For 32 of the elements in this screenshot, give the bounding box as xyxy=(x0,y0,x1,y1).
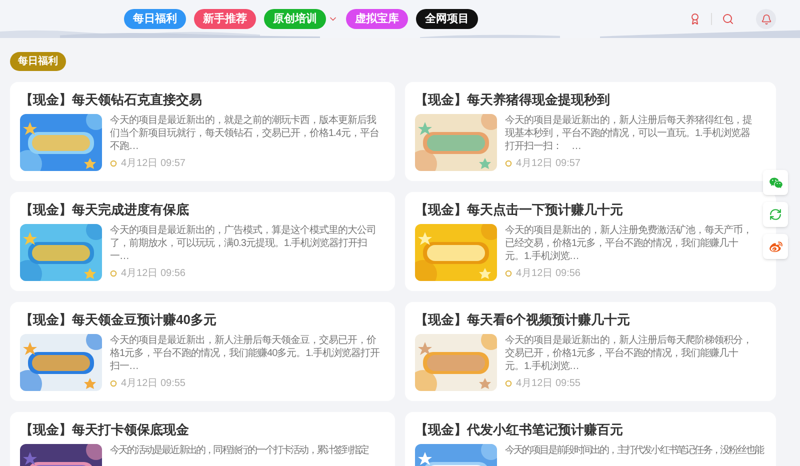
article-summary: 今天的项目是最近新出的，就是之前的潮玩卡西，版本更新后我们当个新项目玩就行，每天领钻石，交易已开，价格1.4元，平台不跑… xyxy=(110,114,380,153)
article-card[interactable]: 【现金】每天完成进度有保底 今天的项目是最近新出的，广告模式，算是这个模式里的大公司了，前期放水，可以玩玩，满0.3元提现。1.手机浏览器打开扫一… 4月12日 09:56 xyxy=(10,192,395,291)
article-card[interactable]: 【现金】每天养猪得现金提现秒到 今天的项目是最近新出的，新人注册后每天养猪得红包，提现基本秒到，平台不跑的情况，可以一直玩。1.手机浏览器打开扫一扫： … 4月12日 09:57 xyxy=(405,82,776,181)
article-title[interactable]: 【现金】每天看6个视频预计赚几十元 xyxy=(415,311,752,329)
article-summary: 今天的项目是最近新出的，新人注册后每天养猪得红包，提现基本秒到，平台不跑的情况，可以一直玩。1.手机浏览器打开扫一扫： … xyxy=(505,114,752,153)
article-card[interactable]: 【现金】每天看6个视频预计赚几十元 今天的项目是最近新出的，新人注册后每天爬阶梯领积分，交易已开，价格1元多，平台不跑的情况，我们能赚几十元。1.手机浏览… 4月12日 09:55 xyxy=(405,302,776,401)
post-date: 4月12日 09:55 xyxy=(121,377,186,391)
article-summary: 今天的项目是前段时间出的，主打代发小红书笔记任务，没粉丝也能 xyxy=(505,444,765,457)
article-card[interactable]: 【现金】每天打卡领保底现金 今天的活动是最近新出的，同程旅行的一个打卡活动，累计签到指定 xyxy=(10,412,395,466)
article-card[interactable]: 【现金】每天领金豆预计赚40多元 今天的项目是最近新出，新人注册后每天领金豆，交易已开，价格1元多，平台不跑的情况，我们能赚40多元。1.手机浏览器打开扫一… 4月12日 09:55 xyxy=(10,302,395,401)
article-title[interactable]: 【现金】代发小红书笔记预计赚百元 xyxy=(415,421,766,439)
post-date: 4月12日 09:55 xyxy=(516,377,580,391)
article-summary: 今天的项目是最近新出的，广告模式，算是这个模式里的大公司了，前期放水，可以玩玩，满0.3元提现。1.手机浏览器打开扫一… xyxy=(110,224,377,263)
nav-tab[interactable]: 全网项目 xyxy=(416,9,478,29)
post-date: 4月12日 09:56 xyxy=(121,267,186,281)
article-card[interactable]: 【现金】每天点击一下预计赚几十元 今天的项目是新出的，新人注册免费激活矿池，每天产币，已经交易，价格1元多，平台不跑的情况，我们能赚几十元。1.手机浏览… 4月12日 09:56 xyxy=(405,192,776,291)
article-summary: 今天的项目是最近新出的，新人注册后每天爬阶梯领积分，交易已开，价格1元多，平台不跑的情况，我们能赚几十元。1.手机浏览… xyxy=(505,334,752,373)
article-title[interactable]: 【现金】每天打卡领保底现金 xyxy=(20,421,385,439)
post-date: 4月12日 09:57 xyxy=(121,157,186,171)
article-title[interactable]: 【现金】每天点击一下预计赚几十元 xyxy=(415,201,752,219)
article-title[interactable]: 【现金】每天领金豆预计赚40多元 xyxy=(20,311,385,329)
article-title[interactable]: 【现金】每天养猪得现金提现秒到 xyxy=(415,91,752,109)
article-title[interactable]: 【现金】每天领钻石克直接交易 xyxy=(20,91,385,109)
post-date: 4月12日 09:57 xyxy=(516,157,580,171)
article-summary: 今天的项目是最近新出，新人注册后每天领金豆，交易已开，价格1元多，平台不跑的情况，我们能赚40多元。1.手机浏览器打开扫一… xyxy=(110,334,381,373)
article-summary: 今天的项目是新出的，新人注册免费激活矿池，每天产币，已经交易，价格1元多，平台不跑的情况，我们能赚几十元。1.手机浏览… xyxy=(505,224,752,263)
post-date: 4月12日 09:56 xyxy=(516,267,580,281)
article-card[interactable]: 【现金】每天领钻石克直接交易 今天的项目是最近新出的，就是之前的潮玩卡西，版本更新后我们当个新项目玩就行，每天领钻石，交易已开，价格1.4元，平台不跑… 4月12日 09:57 xyxy=(10,82,395,181)
section-tag: 每日福利 xyxy=(10,52,66,71)
article-card[interactable]: 【现金】代发小红书笔记预计赚百元 今天的项目是前段时间出的，主打代发小红书笔记任务，没粉丝也能 xyxy=(405,412,776,466)
article-summary: 今天的活动是最近新出的，同程旅行的一个打卡活动，累计签到指定 xyxy=(110,444,370,457)
article-title[interactable]: 【现金】每天完成进度有保底 xyxy=(20,201,385,219)
